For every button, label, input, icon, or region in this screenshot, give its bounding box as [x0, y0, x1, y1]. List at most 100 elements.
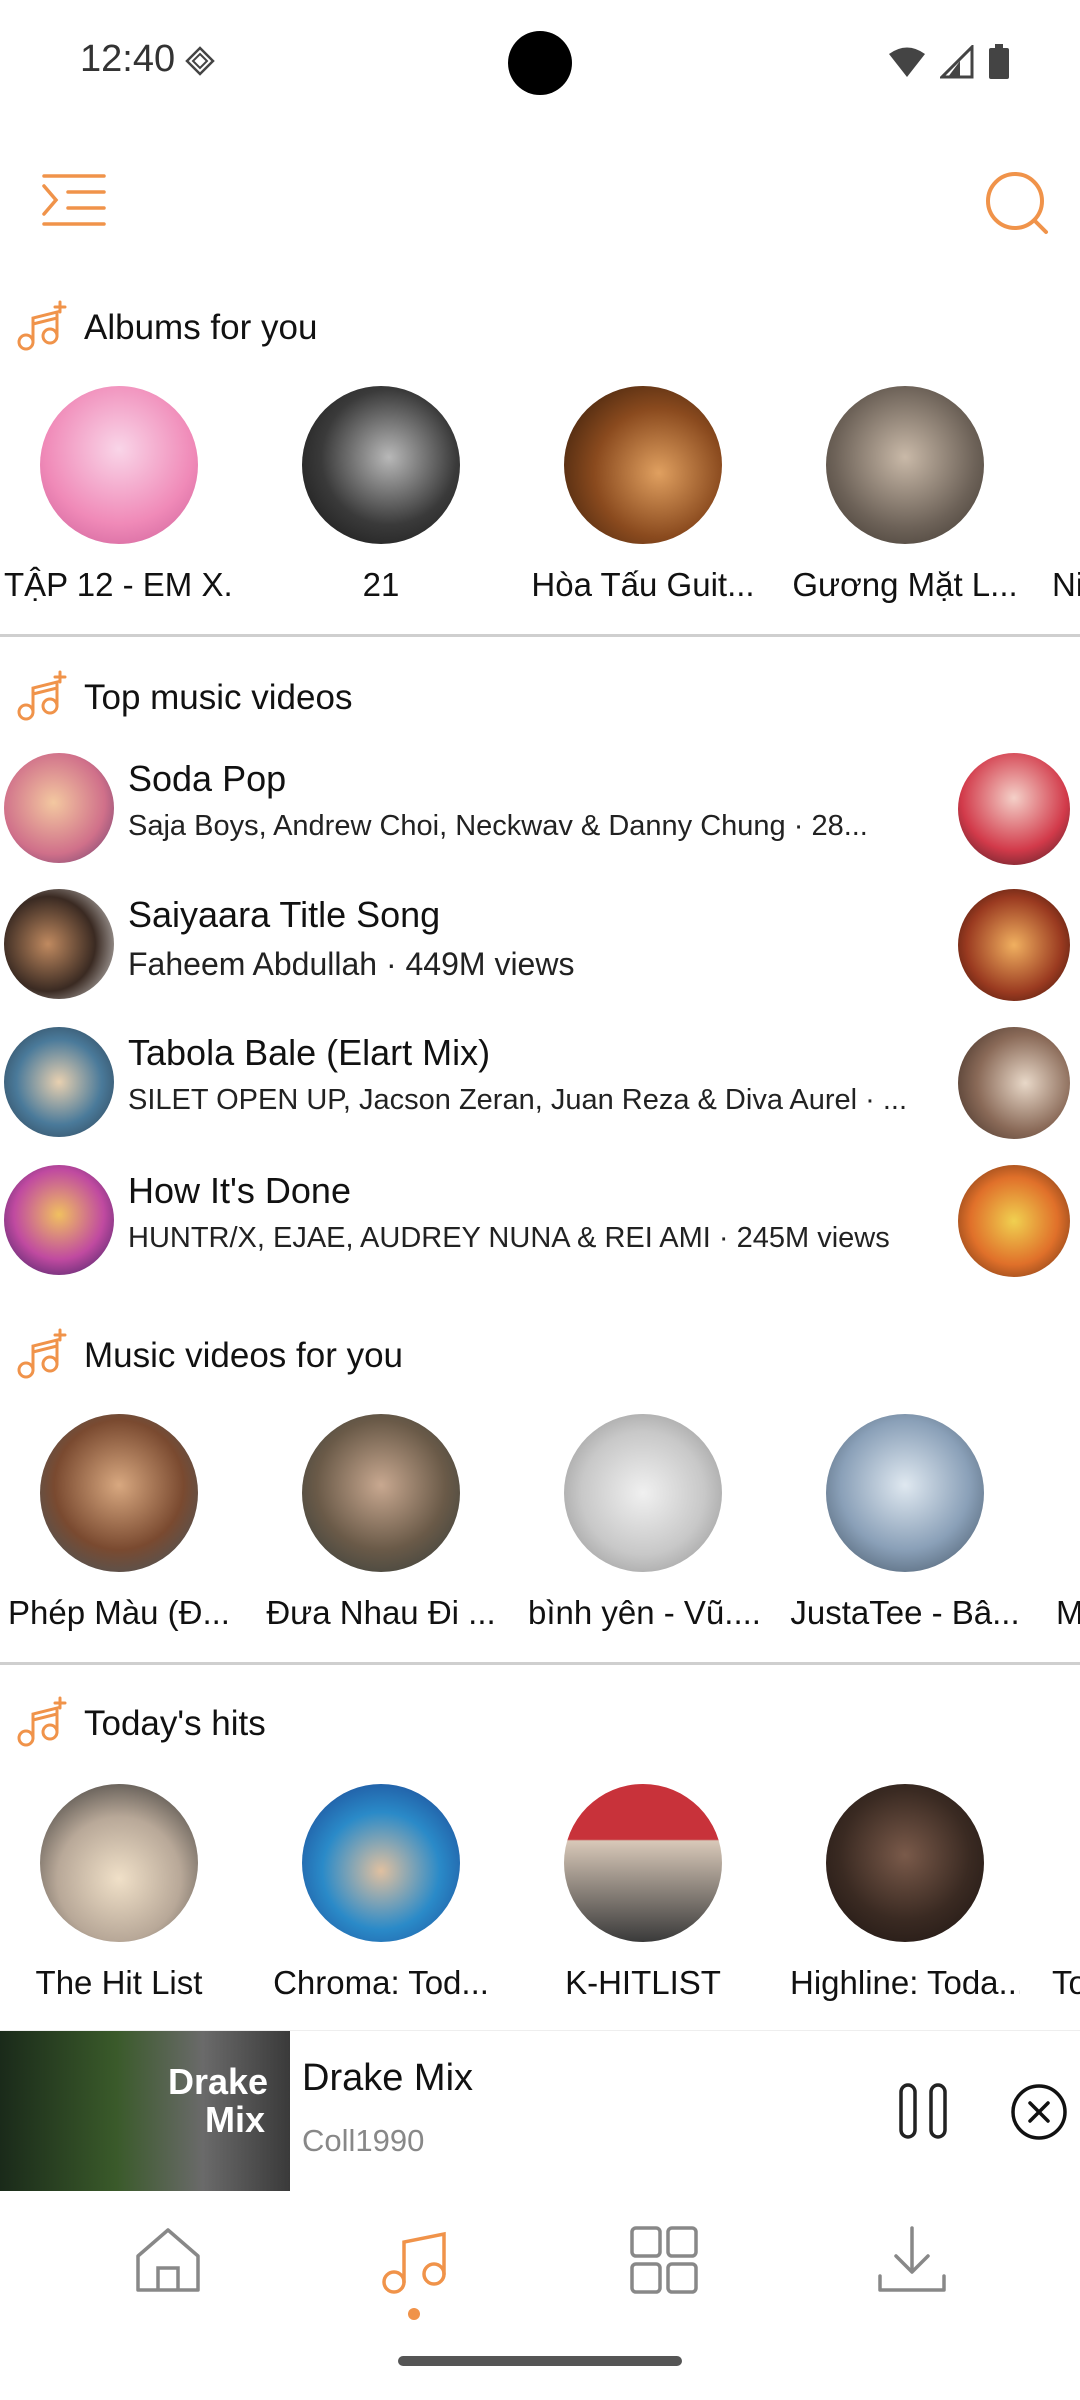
video-side-thumbnail[interactable]	[958, 889, 1070, 1001]
music-note-sparkle-icon	[17, 670, 67, 721]
video-title: Soda Pop	[128, 758, 287, 799]
divider	[0, 1662, 1080, 1665]
video-thumbnail	[4, 1165, 114, 1275]
pause-button[interactable]	[895, 2081, 951, 2141]
bottom-navigation	[0, 2190, 1080, 2400]
music-note-icon[interactable]	[374, 2220, 454, 2300]
playlist-item[interactable]: Chroma: Tod...	[266, 1784, 496, 2002]
video-cover	[302, 1414, 460, 1572]
album-item[interactable]: Hòa Tấu Guit...	[528, 386, 758, 604]
active-tab-indicator	[408, 2308, 420, 2320]
menu-button[interactable]	[40, 170, 108, 230]
playlist-cover	[40, 1784, 198, 1942]
music-videos-row: Phép Màu (Đ... Đưa Nhau Đi ... bình yên …	[0, 1414, 1080, 1654]
video-side-thumbnail[interactable]	[958, 753, 1070, 865]
video-list-item[interactable]: Tabola Bale (Elart Mix) SILET OPEN UP, J…	[0, 1022, 1080, 1140]
video-thumbnail	[4, 1027, 114, 1137]
album-item[interactable]: Ni	[1052, 386, 1080, 604]
playlist-label: The Hit List	[35, 1964, 203, 2001]
grid-icon[interactable]	[624, 2220, 704, 2300]
playlist-label: K-HITLIST	[565, 1964, 721, 2001]
video-cover	[40, 1414, 198, 1572]
video-side-thumbnail[interactable]	[958, 1027, 1070, 1139]
playlist-item[interactable]: To	[1052, 1784, 1080, 2002]
album-label: 21	[362, 566, 400, 603]
wifi-icon	[889, 47, 925, 77]
divider	[0, 634, 1080, 637]
music-note-sparkle-icon	[17, 1696, 67, 1747]
album-cover	[302, 386, 460, 544]
player-artist: Coll1990	[302, 2123, 425, 2158]
status-icons	[888, 44, 1010, 80]
album-item[interactable]: Gương Mặt L...	[790, 386, 1020, 604]
video-cover	[826, 1414, 984, 1572]
video-label: Phép Màu (Đ...	[8, 1594, 230, 1631]
music-video-item[interactable]: Phép Màu (Đ...	[4, 1414, 234, 1632]
music-note-sparkle-icon	[17, 300, 67, 351]
albums-row: TẬP 12 - EM X... 21 Hòa Tấu Guit... Gươn…	[0, 386, 1080, 626]
video-label: bình yên - Vũ....	[528, 1594, 758, 1631]
gesture-bar	[398, 2356, 682, 2366]
music-video-item[interactable]: JustaTee - Bâ...	[790, 1414, 1020, 1632]
playlist-cover	[826, 1784, 984, 1942]
video-label: JustaTee - Bâ...	[790, 1594, 1020, 1631]
video-side-thumbnail[interactable]	[958, 1165, 1070, 1277]
playlist-item[interactable]: The Hit List	[4, 1784, 234, 2002]
section-title: Albums for you	[84, 308, 318, 347]
album-item[interactable]: TẬP 12 - EM X...	[4, 386, 234, 604]
video-list-item[interactable]: How It's Done HUNTR/X, EJAE, AUDREY NUNA…	[0, 1160, 1080, 1278]
section-header-top-videos: Top music videos	[12, 668, 352, 728]
mini-player[interactable]: Drake Mix Drake Mix Coll1990	[0, 2030, 1080, 2191]
sync-diamond-icon	[185, 46, 215, 76]
home-icon[interactable]	[128, 2220, 208, 2300]
video-thumbnail	[4, 753, 114, 863]
video-list-item[interactable]: Saiyaara Title Song Faheem Abdullah · 44…	[0, 884, 1080, 1002]
playlist-cover	[302, 1784, 460, 1942]
section-header-albums: Albums for you	[12, 298, 317, 358]
video-subtitle: SILET OPEN UP, Jacson Zeran, Juan Reza &…	[128, 1084, 908, 1116]
download-icon[interactable]	[872, 2220, 952, 2300]
video-title: Tabola Bale (Elart Mix)	[128, 1032, 491, 1073]
album-label: Ni	[1052, 566, 1080, 603]
player-title: Drake Mix	[302, 2057, 474, 2099]
music-video-item[interactable]: bình yên - Vũ....	[528, 1414, 758, 1632]
cell-signal-icon	[940, 45, 974, 79]
video-label: Đưa Nhau Đi ...	[266, 1594, 496, 1631]
close-player-button[interactable]	[1010, 2083, 1068, 2141]
video-subtitle: Saja Boys, Andrew Choi, Neckwav & Danny …	[128, 810, 868, 842]
album-cover	[826, 386, 984, 544]
playlist-item[interactable]: Highline: Toda...	[790, 1784, 1020, 2002]
video-title: Saiyaara Title Song	[128, 894, 441, 935]
section-header-music-videos: Music videos for you	[12, 1326, 403, 1386]
music-video-item[interactable]: M	[1056, 1414, 1080, 1632]
playlist-cover	[564, 1784, 722, 1942]
playlist-label: To	[1052, 1964, 1080, 2001]
section-title: Today's hits	[84, 1704, 266, 1743]
video-subtitle: Faheem Abdullah · 449M views	[128, 946, 575, 982]
video-thumbnail	[4, 889, 114, 999]
playlist-item[interactable]: K-HITLIST	[528, 1784, 758, 2002]
album-cover	[40, 386, 198, 544]
search-button[interactable]	[982, 168, 1052, 238]
artwork-text: Drake	[168, 2061, 269, 2102]
album-label: Gương Mặt L...	[792, 566, 1018, 603]
music-note-sparkle-icon	[17, 1328, 67, 1379]
album-cover	[564, 386, 722, 544]
artwork-text: Mix	[205, 2099, 266, 2140]
section-title: Top music videos	[84, 678, 353, 717]
battery-icon	[989, 44, 1009, 79]
player-artwork: Drake Mix	[0, 2031, 290, 2191]
status-time: 12:40	[80, 38, 176, 80]
video-title: How It's Done	[128, 1170, 351, 1211]
playlist-label: Highline: Toda...	[790, 1964, 1020, 2001]
video-cover	[564, 1414, 722, 1572]
section-title: Music videos for you	[84, 1336, 404, 1375]
album-label: Hòa Tấu Guit...	[531, 566, 755, 603]
section-header-todays-hits: Today's hits	[12, 1694, 266, 1754]
video-subtitle: HUNTR/X, EJAE, AUDREY NUNA & REI AMI · 2…	[128, 1222, 890, 1254]
album-item[interactable]: 21	[266, 386, 496, 604]
music-video-item[interactable]: Đưa Nhau Đi ...	[266, 1414, 496, 1632]
video-label: M	[1056, 1594, 1080, 1631]
video-list-item[interactable]: Soda Pop Saja Boys, Andrew Choi, Neckwav…	[0, 748, 1080, 866]
album-label: TẬP 12 - EM X...	[4, 566, 234, 603]
